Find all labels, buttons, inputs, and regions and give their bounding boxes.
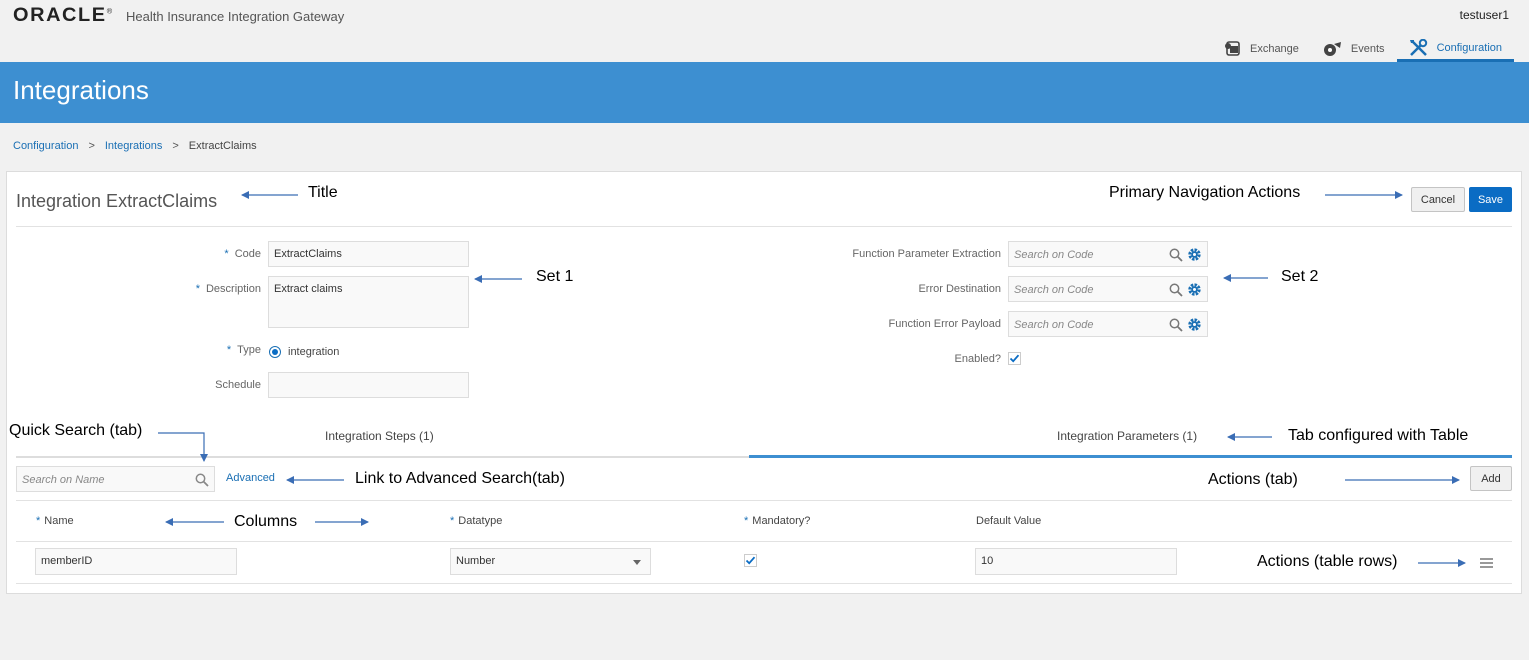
arrow-quick-search xyxy=(158,432,208,462)
annotation-arrows xyxy=(158,191,1466,567)
